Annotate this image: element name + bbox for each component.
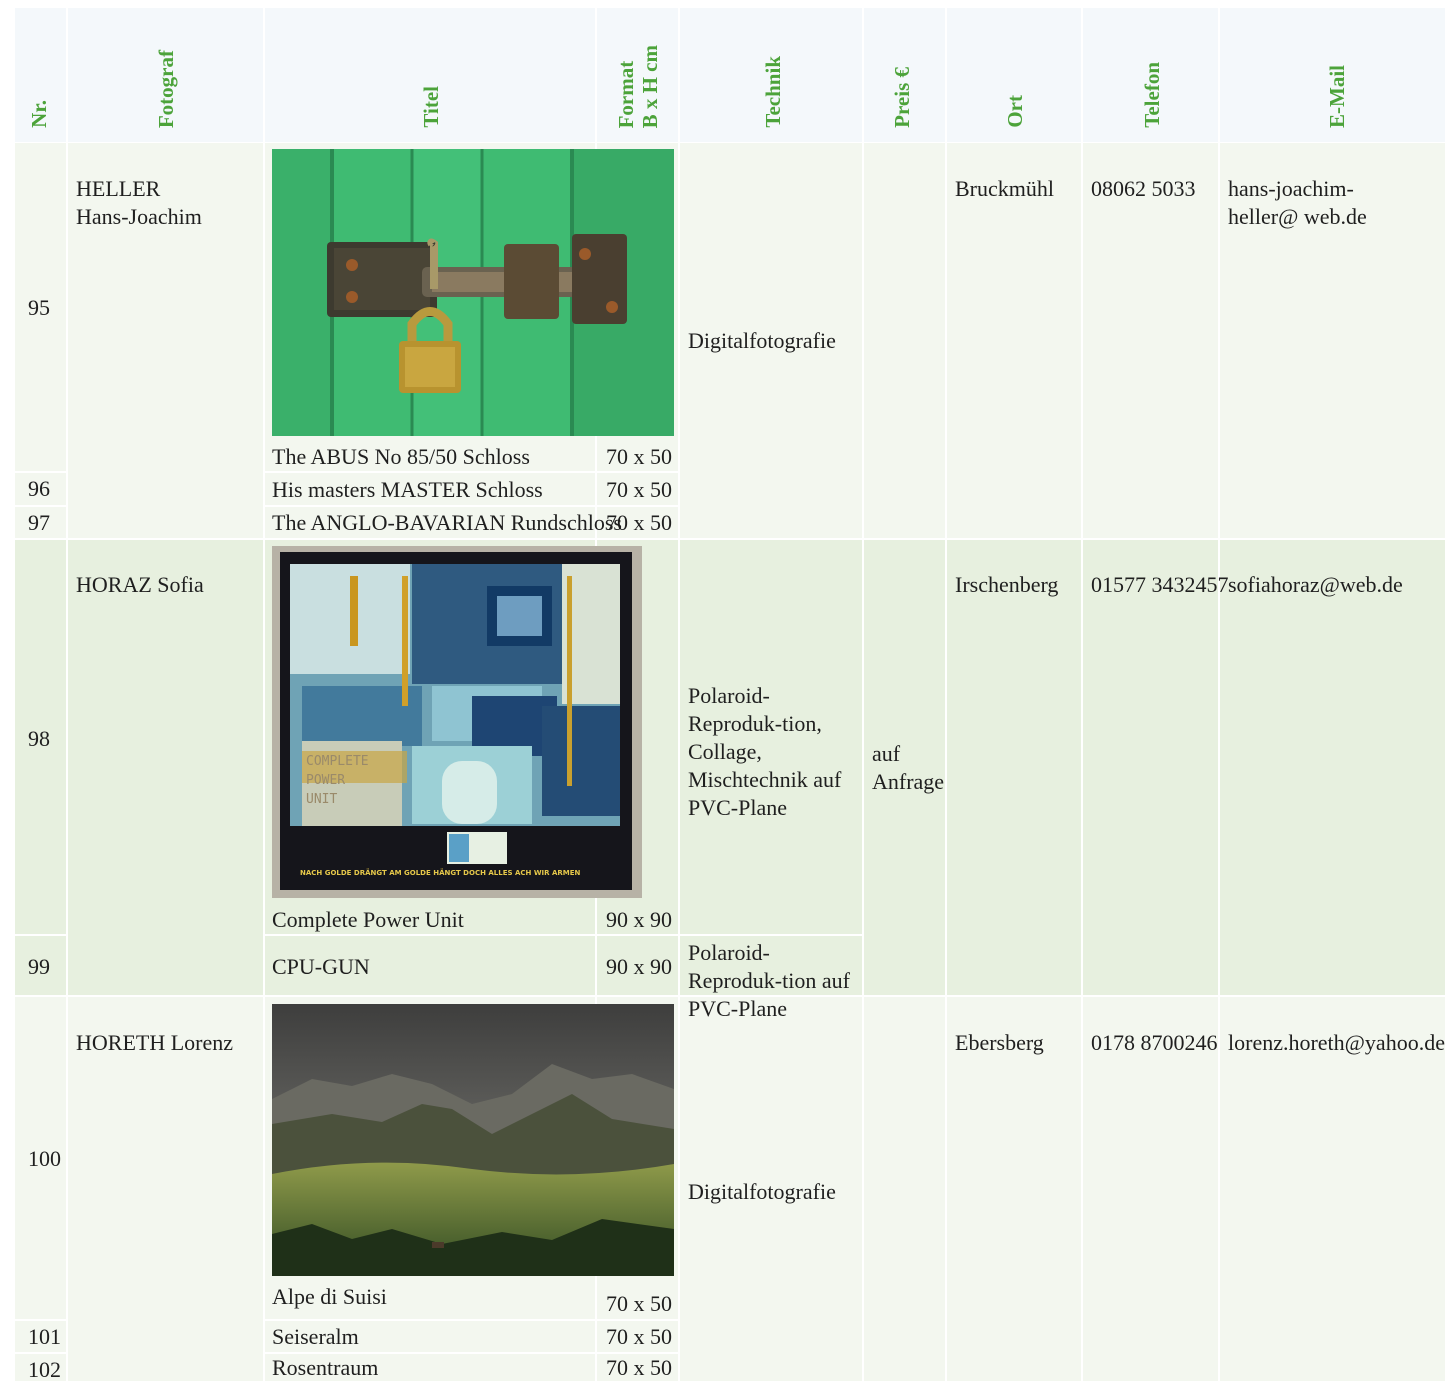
photographer-name: HORAZ Sofia <box>76 572 204 597</box>
header-email: E-Mail <box>1325 65 1349 128</box>
mountain-landscape-photo-icon <box>272 1004 674 1276</box>
header-technik: Technik <box>761 56 785 128</box>
ort-cell: Irschenberg <box>955 572 1059 597</box>
email-cell: hans-joachim-heller@ web.de <box>1228 176 1367 229</box>
catalog-page: Nr. Fotograf Titel Format B x H cm Techni… <box>0 0 1445 1382</box>
column-divider <box>263 8 265 1381</box>
nr-cell: 96 <box>28 476 50 501</box>
row-divider <box>265 1319 678 1321</box>
column-divider <box>1218 8 1220 1381</box>
row-divider <box>265 505 678 507</box>
format-cell: 90 x 90 <box>606 907 672 932</box>
row-divider <box>15 471 66 473</box>
nr-cell: 101 <box>28 1324 61 1349</box>
format-cell: 90 x 90 <box>606 954 672 979</box>
technik-cell: Digitalfotografie <box>688 1179 836 1204</box>
work-title: His masters MASTER Schloss <box>272 477 543 502</box>
work-title: The ANGLO-BAVARIAN Rundschloss <box>272 510 622 535</box>
header-nr: Nr. <box>27 100 51 128</box>
work-title: Rosentraum <box>272 1355 379 1380</box>
email-cell: sofiahoraz@web.de <box>1228 572 1403 597</box>
telefon-cell: 0178 8700246 <box>1091 1030 1218 1055</box>
row-divider <box>15 1319 66 1321</box>
email-cell: lorenz.horeth@yahoo.de <box>1228 1030 1445 1055</box>
photographer-name: HORETH Lorenz <box>76 1030 234 1055</box>
row-divider <box>265 471 678 473</box>
header-preis: Preis € <box>890 67 914 128</box>
preis-cell: auf Anfrage <box>872 741 945 794</box>
column-divider <box>1081 8 1083 1381</box>
table-header <box>15 8 1445 142</box>
header-titel: Titel <box>419 86 443 128</box>
column-divider <box>862 8 864 1381</box>
column-divider <box>66 8 68 1381</box>
ort-cell: Ebersberg <box>955 1030 1044 1055</box>
photographer-name: HELLER Hans-Joachim <box>76 176 202 229</box>
nr-cell: 102 <box>28 1357 61 1382</box>
header-fotograf: Fotograf <box>154 49 178 128</box>
header-ort: Ort <box>1003 95 1027 128</box>
header-telefon: Telefon <box>1140 62 1164 128</box>
row-divider <box>265 934 862 936</box>
header-format: Format B x H cm <box>614 44 662 128</box>
column-divider <box>945 8 947 1381</box>
row-divider <box>15 1352 66 1354</box>
format-cell: 70 x 50 <box>606 1324 672 1349</box>
collage-stencil-text: COMPLETE POWER UNIT <box>306 754 369 807</box>
nr-cell: 98 <box>28 726 50 751</box>
nr-cell: 95 <box>28 295 50 320</box>
nr-cell: 97 <box>28 510 50 535</box>
collage-caption: NACH GOLDE DRÄNGT AM GOLDE HÄNGT DOCH AL… <box>300 869 581 877</box>
work-title: CPU-GUN <box>272 954 370 979</box>
row-divider <box>15 934 66 936</box>
telefon-cell: 01577 3432457 <box>1091 572 1229 597</box>
format-cell: 70 x 50 <box>606 1291 672 1316</box>
work-title: Alpe di Suisi <box>272 1284 387 1309</box>
technik-cell: Polaroid- Reproduk-tion auf PVC-Plane <box>688 940 850 1021</box>
circuit-collage-photo-icon: COMPLETE POWER UNIT NACH GOLDE DRÄNGT AM… <box>272 546 642 898</box>
format-cell: 70 x 50 <box>606 1355 672 1380</box>
column-divider <box>678 8 680 1381</box>
format-cell: 70 x 50 <box>606 444 672 469</box>
ort-cell: Bruckmühl <box>955 176 1054 201</box>
work-title: Seiseralm <box>272 1324 359 1349</box>
nr-cell: 100 <box>28 1146 61 1171</box>
work-title: The ABUS No 85/50 Schloss <box>272 444 530 469</box>
technik-cell: Polaroid-Reproduk-tion, Collage, Mischte… <box>688 683 842 820</box>
work-title: Complete Power Unit <box>272 907 464 932</box>
technik-cell: Digitalfotografie <box>688 328 836 353</box>
padlock-photo-icon <box>272 149 674 436</box>
nr-cell: 99 <box>28 954 50 979</box>
telefon-cell: 08062 5033 <box>1091 176 1196 201</box>
format-cell: 70 x 50 <box>606 477 672 502</box>
row-divider <box>15 505 66 507</box>
format-cell: 70 x 50 <box>606 510 672 535</box>
